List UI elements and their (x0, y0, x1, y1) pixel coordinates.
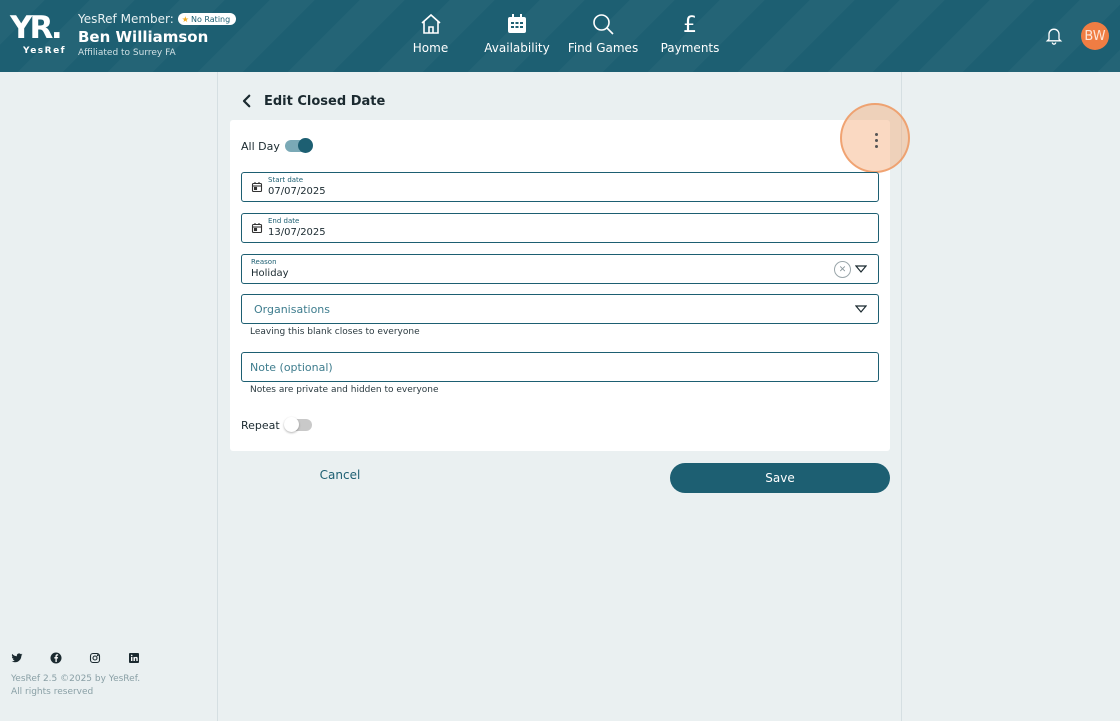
start-date-field[interactable]: Start date 07/07/2025 (241, 172, 879, 202)
nav-home[interactable]: Home (412, 12, 449, 55)
repeat-label: Repeat (241, 419, 280, 432)
star-icon: ★ (181, 14, 189, 24)
calendar-icon (251, 182, 263, 193)
end-date-value: 13/07/2025 (268, 227, 326, 238)
svg-text:£: £ (683, 13, 697, 36)
user-name: Ben Williamson (78, 28, 209, 46)
affiliation: Affiliated to Surrey FA (78, 48, 176, 58)
left-sidebar (0, 72, 218, 721)
logo-mark: YR. (10, 10, 63, 46)
copyright: YesRef 2.5 ©2025 by YesRef. All rights r… (11, 673, 140, 699)
start-date-value: 07/07/2025 (268, 186, 326, 197)
clear-icon[interactable]: ✕ (834, 261, 851, 278)
calendar-icon (508, 14, 526, 33)
nav-payments-label: Payments (660, 41, 720, 55)
end-date-field[interactable]: End date 13/07/2025 (241, 213, 879, 243)
organisations-select[interactable]: Organisations (241, 294, 879, 324)
linkedin-icon[interactable] (128, 652, 140, 664)
social-links (11, 652, 140, 664)
form-card (230, 120, 890, 451)
member-label: YesRef Member: (78, 12, 174, 26)
reason-label: Reason (251, 258, 277, 266)
version-line: YesRef 2.5 ©2025 by YesRef. (11, 674, 141, 684)
nav-find-games-label: Find Games (567, 41, 639, 55)
avatar[interactable]: BW (1081, 22, 1109, 50)
chevron-down-icon[interactable] (855, 304, 867, 314)
bell-icon[interactable] (1044, 25, 1064, 45)
twitter-icon[interactable] (11, 652, 23, 664)
repeat-toggle[interactable] (284, 417, 312, 432)
all-day-toggle[interactable] (285, 138, 313, 153)
back-arrow-icon[interactable] (238, 92, 256, 110)
yesref-logo[interactable]: YR. YesRef (10, 12, 68, 58)
top-bar: YR. YesRef YesRef Member: ★ No Rating Be… (0, 0, 1120, 72)
logo-wordmark: YesRef (23, 46, 67, 56)
nav-availability[interactable]: Availability (484, 12, 550, 55)
start-date-label: Start date (268, 176, 304, 184)
rating-badge-text: No Rating (190, 14, 231, 24)
end-date-label: End date (268, 217, 300, 225)
nav-availability-label: Availability (484, 41, 550, 55)
all-day-label: All Day (241, 140, 280, 153)
note-hint: Notes are private and hidden to everyone (250, 385, 439, 395)
calendar-icon (251, 223, 263, 234)
facebook-icon[interactable] (50, 652, 62, 664)
nav-find-games[interactable]: Find Games (568, 12, 638, 55)
rating-badge: ★ No Rating (177, 13, 237, 25)
more-options-icon[interactable] (864, 128, 888, 152)
search-icon (593, 14, 614, 35)
organisations-hint: Leaving this blank closes to everyone (250, 327, 420, 337)
reason-value: Holiday (251, 268, 289, 279)
divider (901, 72, 902, 721)
chevron-down-icon[interactable] (855, 264, 867, 274)
member-info: YesRef Member: ★ No Rating Ben Williamso… (78, 11, 237, 58)
instagram-icon[interactable] (89, 652, 101, 664)
page-title: Edit Closed Date (264, 94, 386, 109)
rights-line: All rights reserved (11, 687, 94, 697)
cancel-button[interactable]: Cancel (300, 468, 380, 482)
note-placeholder: Note (optional) (250, 361, 333, 374)
reason-select[interactable]: Reason Holiday ✕ (241, 254, 879, 284)
nav-payments[interactable]: £ Payments (660, 12, 720, 55)
save-button[interactable]: Save (670, 463, 890, 493)
organisations-placeholder: Organisations (254, 303, 331, 316)
pound-icon: £ (683, 13, 697, 36)
home-icon (420, 13, 441, 34)
note-field[interactable]: Note (optional) (241, 352, 879, 382)
nav-home-label: Home (412, 41, 449, 55)
